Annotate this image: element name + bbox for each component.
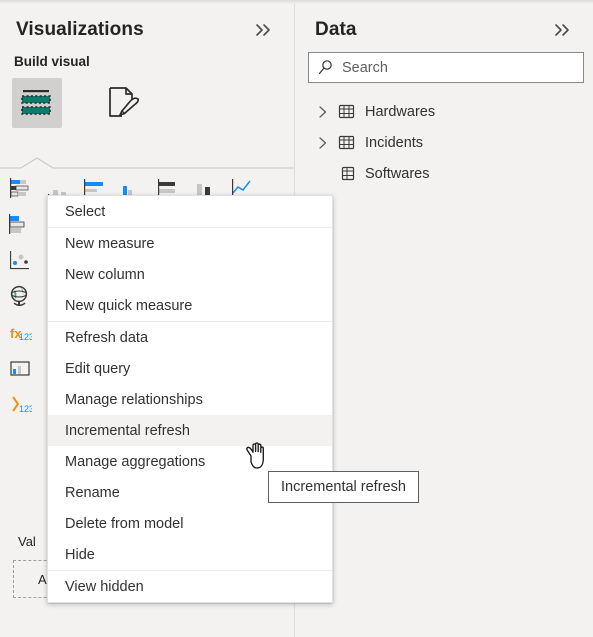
field-context-menu: Select New measure New column New quick … bbox=[47, 195, 333, 603]
table-icon bbox=[336, 133, 356, 153]
chevron-right-icon[interactable] bbox=[314, 165, 332, 183]
double-chevron-right-icon[interactable] bbox=[250, 16, 278, 44]
format-paintbrush-icon[interactable] bbox=[98, 78, 148, 128]
kpi-arrows-icon[interactable]: fx 123 bbox=[5, 317, 35, 347]
chevron-right-icon[interactable] bbox=[314, 103, 332, 121]
power-bi-panels-screenshot: Visualizations Build visual fx 123 123 V… bbox=[0, 0, 593, 637]
menu-item-new-column[interactable]: New column bbox=[48, 259, 332, 290]
fx-numeric-range-icon[interactable]: 123 bbox=[5, 389, 35, 419]
menu-item-incremental-refresh[interactable]: Incremental refresh bbox=[48, 415, 332, 446]
fields-icon[interactable] bbox=[12, 78, 62, 128]
menu-item-view-hidden[interactable]: View hidden bbox=[48, 571, 332, 602]
build-tab-indicator bbox=[0, 156, 294, 170]
search-placeholder: Search bbox=[342, 59, 388, 76]
stacked-bar-chart-icon[interactable] bbox=[5, 173, 35, 203]
globe-map-icon[interactable] bbox=[5, 281, 35, 311]
build-visual-label: Build visual bbox=[14, 54, 90, 69]
data-panel-title: Data bbox=[315, 19, 357, 40]
decomposition-tree-icon-2[interactable] bbox=[5, 353, 35, 383]
search-input[interactable]: Search bbox=[308, 52, 584, 83]
visualizations-panel-title: Visualizations bbox=[16, 19, 144, 40]
table-icon bbox=[336, 164, 356, 184]
tree-item-label: Incidents bbox=[365, 134, 424, 151]
line-and-stacked-column-chart-icon[interactable] bbox=[5, 209, 35, 239]
values-well-label: Val bbox=[18, 534, 36, 549]
svg-text:123: 123 bbox=[19, 404, 32, 414]
svg-text:123: 123 bbox=[19, 332, 32, 342]
menu-item-edit-query[interactable]: Edit query bbox=[48, 353, 332, 384]
chevron-right-icon[interactable] bbox=[314, 134, 332, 152]
data-panel: Data Search Hardwares Incidents Software… bbox=[299, 4, 593, 637]
scatter-chart-icon[interactable] bbox=[5, 245, 35, 275]
tree-item-label: Hardwares bbox=[365, 103, 436, 120]
incremental-refresh-tooltip: Incremental refresh bbox=[268, 471, 419, 503]
menu-item-new-quick-measure[interactable]: New quick measure bbox=[48, 290, 332, 321]
table-icon bbox=[336, 102, 356, 122]
double-chevron-right-icon[interactable] bbox=[549, 16, 577, 44]
visualizations-panel-header: Visualizations bbox=[0, 4, 294, 56]
menu-item-new-measure[interactable]: New measure bbox=[48, 228, 332, 259]
tree-item-softwares[interactable]: Softwares bbox=[308, 158, 588, 189]
menu-item-hide[interactable]: Hide bbox=[48, 539, 332, 570]
data-tables-tree: Hardwares Incidents Softwares bbox=[308, 96, 588, 189]
menu-item-delete-from-model[interactable]: Delete from model bbox=[48, 508, 332, 539]
data-panel-header: Data bbox=[299, 4, 593, 56]
menu-item-refresh-data[interactable]: Refresh data bbox=[48, 322, 332, 353]
menu-item-manage-relationships[interactable]: Manage relationships bbox=[48, 384, 332, 415]
tree-item-label: Softwares bbox=[365, 165, 430, 182]
top-edge-shadow bbox=[0, 0, 593, 4]
search-icon bbox=[317, 59, 334, 76]
menu-item-select[interactable]: Select bbox=[48, 196, 332, 227]
tree-item-incidents[interactable]: Incidents bbox=[308, 127, 588, 158]
build-visual-tabs bbox=[12, 78, 148, 128]
tree-item-hardwares[interactable]: Hardwares bbox=[308, 96, 588, 127]
